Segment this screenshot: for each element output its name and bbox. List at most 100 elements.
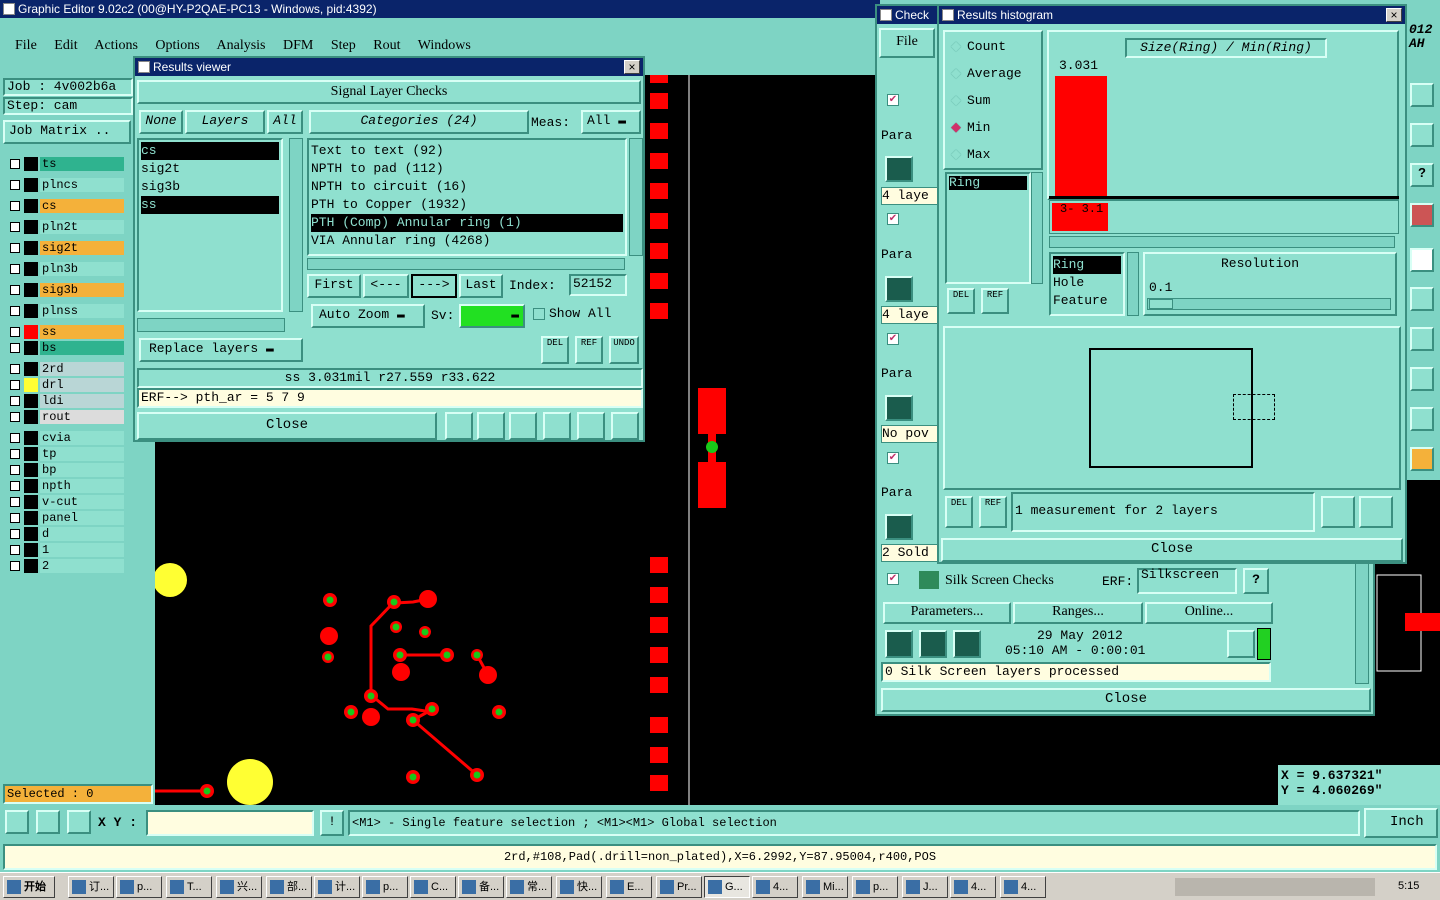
layer-checkbox[interactable]: [10, 481, 20, 491]
layer-checkbox[interactable]: [10, 497, 20, 507]
menu-rout[interactable]: Rout: [373, 38, 400, 53]
category-list-scrollbar[interactable]: [629, 138, 643, 256]
hist-left-item[interactable]: Ring: [949, 176, 1027, 190]
hist-del-button-2[interactable]: DEL: [945, 496, 973, 528]
cl-file-menu[interactable]: File: [879, 28, 935, 58]
layer-name[interactable]: cs: [40, 199, 124, 213]
cl-row-checkbox[interactable]: ✔: [887, 452, 899, 464]
layer-checkbox[interactable]: [10, 327, 20, 337]
category-item[interactable]: NPTH to circuit (16): [311, 178, 623, 196]
layer-row-tp[interactable]: tp: [6, 447, 124, 461]
hist-option-max[interactable]: ◆ Max: [951, 146, 990, 162]
layer-checkbox[interactable]: [10, 159, 20, 169]
layer-color-swatch[interactable]: [24, 199, 38, 213]
layer-color-swatch[interactable]: [24, 283, 38, 297]
taskbar-item[interactable]: 备...: [458, 876, 504, 898]
category-list-hscroll[interactable]: [307, 258, 625, 270]
layer-checkbox[interactable]: [10, 396, 20, 406]
toolbar-icon-10[interactable]: [1410, 447, 1434, 471]
layer-color-swatch[interactable]: [24, 431, 38, 445]
layer-color-swatch[interactable]: [24, 511, 38, 525]
cl-row-checkbox[interactable]: ✔: [887, 213, 899, 225]
layer-checkbox[interactable]: [10, 306, 20, 316]
layer-row-drl[interactable]: drl: [6, 378, 124, 392]
layer-color-swatch[interactable]: [24, 341, 38, 355]
layer-color-swatch[interactable]: [24, 495, 38, 509]
taskbar-item[interactable]: p...: [362, 876, 408, 898]
hist-export-icon-2[interactable]: [1359, 496, 1393, 528]
job-matrix-button[interactable]: Job Matrix ..: [3, 120, 131, 144]
layer-row-ss[interactable]: ss: [6, 325, 124, 339]
taskbar-item[interactable]: 部...: [266, 876, 312, 898]
hist-option-min[interactable]: ◆ Min: [951, 119, 990, 135]
layer-row-npth[interactable]: npth: [6, 479, 124, 493]
layer-row-bp[interactable]: bp: [6, 463, 124, 477]
sv-color-select[interactable]: ▬: [459, 304, 525, 328]
layer-row-plncs[interactable]: plncs: [6, 178, 124, 192]
layer-color-swatch[interactable]: [24, 220, 38, 234]
xy-input[interactable]: [146, 810, 314, 836]
cl-row-run-icon[interactable]: [885, 514, 913, 540]
layer-name[interactable]: 1: [40, 543, 124, 557]
layer-color-swatch[interactable]: [24, 543, 38, 557]
layer-name[interactable]: plncs: [40, 178, 124, 192]
layer-name[interactable]: pln2t: [40, 220, 124, 234]
silk-erf-value[interactable]: Silkscreen: [1137, 568, 1237, 594]
menu-edit[interactable]: Edit: [54, 38, 77, 53]
layer-name[interactable]: v-cut: [40, 495, 124, 509]
taskbar-item[interactable]: C...: [410, 876, 456, 898]
layer-color-swatch[interactable]: [24, 447, 38, 461]
category-item[interactable]: VIA Annular ring (4268): [311, 232, 623, 250]
layer-color-swatch[interactable]: [24, 178, 38, 192]
menu-options[interactable]: Options: [155, 38, 199, 53]
hist-close-x[interactable]: ×: [1386, 8, 1402, 22]
layer-name[interactable]: bp: [40, 463, 124, 477]
hist-left-scroll[interactable]: [1031, 172, 1043, 284]
help-icon[interactable]: ?: [1410, 163, 1434, 187]
taskbar-item[interactable]: 4...: [752, 876, 798, 898]
taskbar-item[interactable]: 4...: [950, 876, 996, 898]
rv-tool-icon-5[interactable]: [577, 412, 605, 440]
toolbar-icon-2[interactable]: [1410, 123, 1434, 147]
taskbar-item[interactable]: 快...: [556, 876, 602, 898]
hist-resolution-thumb[interactable]: [1149, 299, 1173, 309]
layer-checkbox[interactable]: [10, 513, 20, 523]
layer-name[interactable]: cvia: [40, 431, 124, 445]
hist-resolution-slider[interactable]: [1147, 298, 1391, 310]
layer-checkbox[interactable]: [10, 380, 20, 390]
menu-windows[interactable]: Windows: [418, 38, 471, 53]
taskbar-item[interactable]: p...: [116, 876, 162, 898]
category-item[interactable]: PTH (Comp) Annular ring (1): [311, 214, 623, 232]
category-item[interactable]: NPTH to pad (112): [311, 160, 623, 178]
layer-checkbox[interactable]: [10, 243, 20, 253]
cl-row-checkbox[interactable]: ✔: [887, 94, 899, 106]
layer-color-swatch[interactable]: [24, 325, 38, 339]
rv-close-x[interactable]: ×: [624, 60, 640, 74]
layer-color-swatch[interactable]: [24, 157, 38, 171]
first-button[interactable]: First: [307, 274, 361, 298]
taskbar-item[interactable]: 兴...: [216, 876, 262, 898]
taskbar-item[interactable]: J...: [902, 876, 948, 898]
taskbar-item[interactable]: T...: [166, 876, 212, 898]
layer-row-2[interactable]: 2: [6, 559, 124, 573]
layer-checkbox[interactable]: [10, 285, 20, 295]
hist-ref-button[interactable]: REF: [981, 288, 1009, 314]
layer-name[interactable]: drl: [40, 378, 124, 392]
layer-color-swatch[interactable]: [24, 362, 38, 376]
layer-color-swatch[interactable]: [24, 559, 38, 573]
menu-file[interactable]: File: [15, 38, 37, 53]
result-layer-item[interactable]: sig2t: [141, 160, 279, 178]
hist-hscroll[interactable]: [1049, 236, 1395, 248]
layer-color-swatch[interactable]: [24, 410, 38, 424]
cl-scrollbar[interactable]: [1355, 560, 1369, 684]
silk-online-button[interactable]: Online...: [1145, 602, 1273, 624]
taskbar-item[interactable]: Mi...: [802, 876, 848, 898]
tool-icon-b[interactable]: [36, 810, 60, 834]
toolbar-icon-8[interactable]: [1410, 367, 1434, 391]
silk-parameters-button[interactable]: Parameters...: [883, 602, 1011, 624]
units-select[interactable]: Inch ▬: [1364, 808, 1438, 854]
layer-row-1[interactable]: 1: [6, 543, 124, 557]
menu-dfm[interactable]: DFM: [283, 38, 313, 53]
cl-row-run-icon[interactable]: [885, 156, 913, 182]
layer-name[interactable]: tp: [40, 447, 124, 461]
